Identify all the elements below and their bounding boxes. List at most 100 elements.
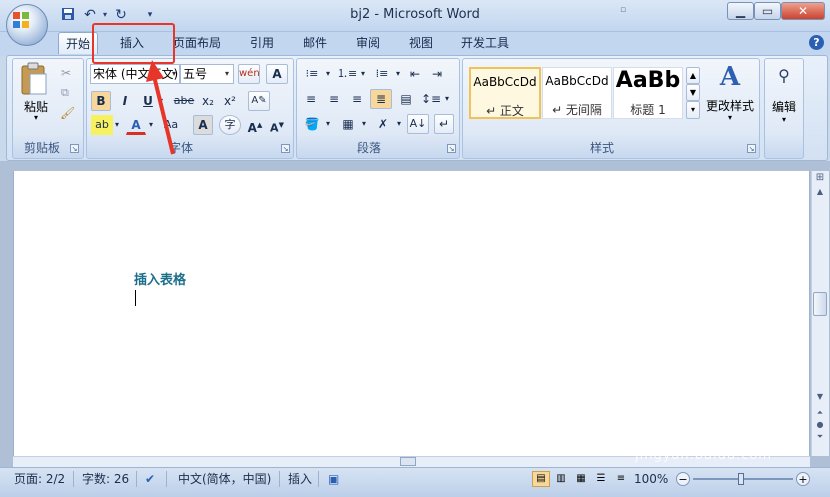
style-name: ↵ 正文 <box>486 104 524 118</box>
styles-scroll-up-icon[interactable]: ▲ <box>686 67 700 84</box>
borders-icon[interactable]: ▦ <box>337 114 359 134</box>
copy-icon[interactable]: ⧉ <box>61 86 77 100</box>
chinese-layout-icon[interactable]: ✗ <box>372 114 394 134</box>
bullets-icon[interactable]: ⁝≡ <box>301 64 323 84</box>
editing-dropdown-icon: ▾ <box>781 115 786 124</box>
align-center-icon[interactable]: ≡ <box>324 89 344 109</box>
style-heading-1[interactable]: AaBb 标题 1 <box>613 67 683 119</box>
undo-dropdown-icon[interactable]: ▾ <box>97 7 113 23</box>
phonetic-guide-icon[interactable]: wén <box>238 64 260 84</box>
draft-view-icon[interactable]: ≡ <box>612 471 630 487</box>
text-highlight-dropdown-icon[interactable]: ▾ <box>112 115 122 135</box>
character-shading-icon[interactable]: A <box>193 115 213 135</box>
save-icon[interactable] <box>60 7 76 23</box>
print-layout-view-icon[interactable]: ▤ <box>532 471 550 487</box>
style-sample: AaBbCcDd <box>545 74 609 88</box>
maximize-button[interactable]: ▭ <box>754 2 781 20</box>
change-styles-icon: A <box>719 62 741 92</box>
superscript-button[interactable]: x² <box>220 91 240 111</box>
styles-scroll-down-icon[interactable]: ▼ <box>686 84 700 101</box>
macro-record-icon[interactable]: ▣ <box>328 471 339 487</box>
status-insert-mode[interactable]: 插入 <box>288 471 312 487</box>
arrow-annotation-icon <box>146 60 175 155</box>
scroll-up-icon[interactable]: ▲ <box>813 187 827 199</box>
web-layout-icon[interactable]: ▦ <box>572 471 590 487</box>
style-name: 标题 1 <box>630 103 666 117</box>
small-restore-icon[interactable]: ▫ <box>620 5 632 17</box>
select-browse-object-icon[interactable]: ● <box>813 420 827 432</box>
font-launcher-icon[interactable]: ↘ <box>281 144 290 153</box>
status-divider <box>318 471 319 487</box>
outline-view-icon[interactable]: ☰ <box>592 471 610 487</box>
cut-icon[interactable]: ✂ <box>61 66 77 80</box>
styles-more-icon[interactable]: ▾ <box>686 101 700 119</box>
tab-review[interactable]: 审阅 <box>348 32 388 54</box>
align-right-icon[interactable]: ≡ <box>347 89 367 109</box>
multilevel-list-dropdown-icon[interactable]: ▾ <box>393 64 403 84</box>
style-sample: AaBb <box>615 68 681 93</box>
distributed-icon[interactable]: ▤ <box>396 89 416 109</box>
style-normal[interactable]: AaBbCcDd ↵ 正文 <box>469 67 541 119</box>
clear-formatting-icon[interactable]: A✎ <box>248 91 270 111</box>
tab-developer[interactable]: 开发工具 <box>455 32 515 54</box>
undo-icon[interactable]: ↶ <box>82 7 98 23</box>
editing-button[interactable]: ⚲ 编辑 ▾ <box>766 62 802 132</box>
horizontal-scroll-thumb[interactable] <box>400 457 416 466</box>
help-icon[interactable]: ? <box>809 35 824 50</box>
minimize-button[interactable]: ▁ <box>727 2 754 20</box>
watermark-subtext: jingyan.baidu.com <box>635 448 772 463</box>
numbering-dropdown-icon[interactable]: ▾ <box>358 64 368 84</box>
format-painter-icon[interactable]: 🖌 <box>60 106 76 120</box>
proofing-icon[interactable]: ✔ <box>145 471 155 487</box>
font-size-dropdown-icon[interactable]: ▾ <box>221 65 233 83</box>
change-styles-button[interactable]: A 更改样式 ▾ <box>704 62 756 126</box>
tab-references[interactable]: 引用 <box>242 32 282 54</box>
enclose-characters-icon[interactable]: 字 <box>219 115 241 135</box>
vertical-scroll-thumb[interactable] <box>813 292 827 316</box>
sort-icon[interactable]: A↓ <box>407 114 429 134</box>
tab-mailings[interactable]: 邮件 <box>295 32 335 54</box>
multilevel-list-icon[interactable]: ⁞≡ <box>371 64 393 84</box>
numbering-icon[interactable]: ⒈≡ <box>336 64 358 84</box>
shading-icon[interactable]: 🪣 <box>301 114 323 134</box>
clipboard-launcher-icon[interactable]: ↘ <box>70 144 79 153</box>
character-border-icon[interactable]: A <box>266 64 288 84</box>
full-screen-reading-icon[interactable]: ▥ <box>552 471 570 487</box>
status-divider <box>73 471 74 487</box>
repeat-icon[interactable]: ↻ <box>113 7 129 23</box>
shading-dropdown-icon[interactable]: ▾ <box>323 114 333 134</box>
status-language[interactable]: 中文(简体，中国) <box>178 471 271 487</box>
show-hide-marks-icon[interactable]: ↵ <box>434 114 454 134</box>
previous-page-icon[interactable]: ⏶ <box>813 408 827 420</box>
status-words[interactable]: 字数: 26 <box>82 471 129 487</box>
italic-button[interactable]: I <box>115 91 135 111</box>
window-title: bj2 - Microsoft Word <box>350 7 480 22</box>
tab-view[interactable]: 视图 <box>401 32 441 54</box>
customize-qat-icon[interactable]: ▾ <box>142 7 158 23</box>
line-spacing-icon[interactable]: ↕≡ <box>420 89 442 109</box>
close-button[interactable]: ✕ <box>781 2 825 20</box>
next-page-icon[interactable]: ⏷ <box>813 432 827 444</box>
line-spacing-dropdown-icon[interactable]: ▾ <box>442 89 452 109</box>
borders-dropdown-icon[interactable]: ▾ <box>359 114 369 134</box>
styles-launcher-icon[interactable]: ↘ <box>747 144 756 153</box>
align-left-icon[interactable]: ≡ <box>301 89 321 109</box>
paragraph-launcher-icon[interactable]: ↘ <box>447 144 456 153</box>
scroll-down-icon[interactable]: ▼ <box>813 392 827 404</box>
bullets-dropdown-icon[interactable]: ▾ <box>323 64 333 84</box>
style-no-spacing[interactable]: AaBbCcDd ↵ 无间隔 <box>542 67 612 119</box>
tab-page-layout[interactable]: 页面布局 <box>167 32 227 54</box>
subscript-button[interactable]: x₂ <box>198 91 218 111</box>
status-page[interactable]: 页面: 2/2 <box>14 471 65 487</box>
ruler-toggle-icon[interactable]: ⊞ <box>813 172 827 186</box>
decrease-indent-icon[interactable]: ⇤ <box>405 64 425 84</box>
bold-button[interactable]: B <box>91 91 111 111</box>
chinese-layout-dropdown-icon[interactable]: ▾ <box>394 114 404 134</box>
shrink-font-icon[interactable]: A▼ <box>267 115 287 135</box>
paste-button[interactable]: 粘贴 ▾ <box>18 62 54 122</box>
increase-indent-icon[interactable]: ⇥ <box>427 64 447 84</box>
justify-icon[interactable]: ≣ <box>370 89 392 109</box>
watermark-logo: Baidu 经验 jingyan.baidu.com <box>635 408 805 492</box>
grow-font-icon[interactable]: A▲ <box>245 115 265 135</box>
text-highlight-icon[interactable]: ab <box>91 115 113 135</box>
